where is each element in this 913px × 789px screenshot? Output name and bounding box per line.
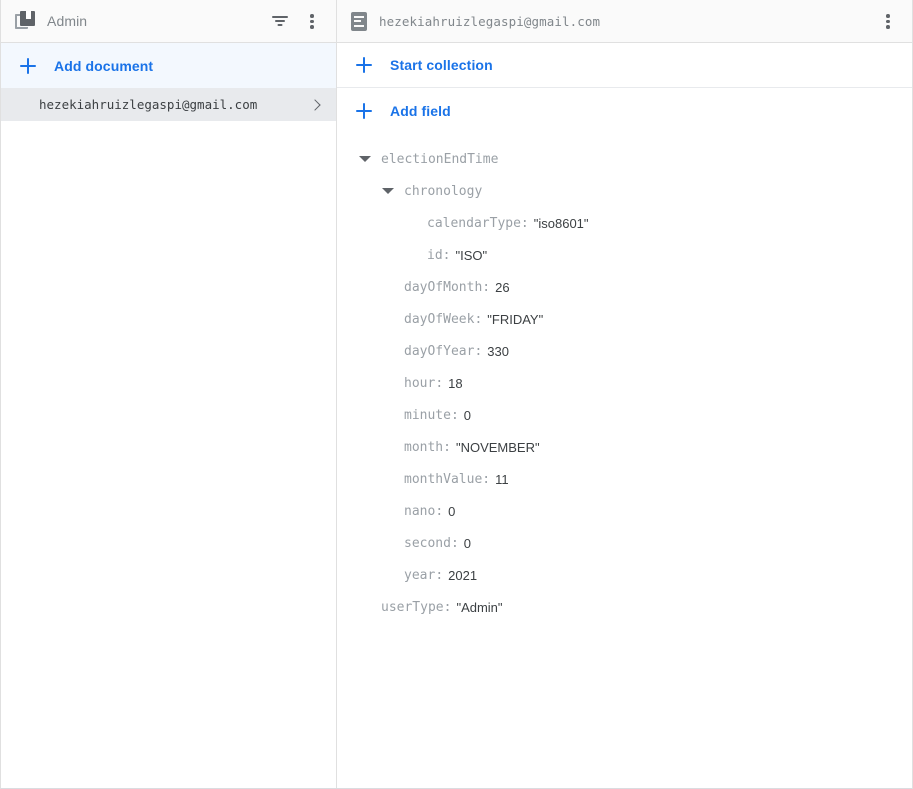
field-row[interactable]: nano:0 (337, 495, 912, 527)
field-value: 0 (448, 503, 456, 519)
field-value: 11 (495, 471, 509, 487)
filter-icon[interactable] (264, 5, 296, 37)
field-row[interactable]: second:0 (337, 527, 912, 559)
collection-more-icon[interactable] (296, 5, 328, 37)
field-separator: : (435, 567, 444, 583)
document-icon (351, 11, 367, 31)
field-value: 0 (463, 407, 472, 423)
add-document-button[interactable]: Add document (1, 43, 336, 88)
caret-down-icon[interactable] (359, 153, 371, 165)
field-key: nano (404, 503, 436, 519)
field-separator: : (435, 375, 444, 391)
field-row[interactable]: chronology (337, 175, 912, 207)
add-field-label: Add field (390, 102, 451, 119)
field-row[interactable]: userType: "Admin" (337, 591, 912, 623)
field-separator: : (443, 439, 451, 455)
field-row[interactable]: minute:0 (337, 399, 912, 431)
plus-icon (354, 55, 374, 75)
document-header: hezekiahruizlegaspi@gmail.com (337, 0, 912, 43)
caret-slot (359, 153, 381, 165)
field-key: userType (381, 599, 444, 615)
add-field-button[interactable]: Add field (337, 88, 912, 133)
field-key: electionEndTime (381, 151, 499, 167)
field-key: chronology (404, 183, 483, 199)
field-separator: : (450, 407, 459, 423)
start-collection-button[interactable]: Start collection (337, 43, 912, 88)
field-row[interactable]: month: "NOVEMBER" (337, 431, 912, 463)
field-row[interactable]: hour:18 (337, 367, 912, 399)
field-separator: : (442, 247, 451, 263)
caret-slot (382, 185, 404, 197)
field-key: month (404, 439, 444, 455)
field-key: calendarType (427, 215, 521, 231)
field-value: 2021 (448, 567, 478, 583)
field-value: 330 (487, 343, 509, 359)
field-separator: : (443, 599, 452, 615)
field-row[interactable]: dayOfYear:330 (337, 335, 912, 367)
field-key: year (404, 567, 436, 583)
document-more-icon[interactable] (872, 5, 904, 37)
collections-panel: Admin Add document hezekiahruizlegaspi@g… (1, 0, 337, 788)
field-value: 18 (448, 375, 463, 391)
plus-icon (18, 56, 38, 76)
field-value: 0 (463, 535, 472, 551)
field-value: "FRIDAY" (487, 311, 544, 327)
start-collection-label: Start collection (390, 57, 493, 73)
add-document-label: Add document (54, 57, 154, 74)
field-row[interactable]: monthValue:11 (337, 463, 912, 495)
field-row[interactable]: dayOfWeek: "FRIDAY" (337, 303, 912, 335)
document-header-actions (872, 5, 904, 37)
field-value: 26 (495, 279, 510, 295)
field-row[interactable]: year:2021 (337, 559, 912, 591)
field-row[interactable]: calendarType: "iso8601" (337, 207, 912, 239)
field-value: "NOVEMBER" (455, 439, 540, 455)
field-key: second (404, 535, 451, 551)
field-separator: : (520, 215, 529, 231)
field-row[interactable]: dayOfMonth:26 (337, 271, 912, 303)
field-separator: : (482, 279, 491, 295)
chevron-right-icon (307, 97, 323, 113)
collection-header-actions (264, 5, 328, 37)
document-id: hezekiahruizlegaspi@gmail.com (39, 97, 258, 112)
document-list: hezekiahruizlegaspi@gmail.com (1, 88, 336, 788)
field-value: "Admin" (456, 599, 503, 615)
field-key: id (427, 247, 443, 263)
field-separator: : (435, 503, 444, 519)
plus-icon (354, 101, 374, 121)
collection-name: Admin (47, 13, 88, 29)
field-key: hour (404, 375, 436, 391)
field-separator: : (482, 471, 491, 487)
field-tree: electionEndTime chronology calendarType: "i… (337, 133, 912, 788)
caret-down-icon[interactable] (382, 185, 394, 197)
field-key: dayOfWeek (404, 311, 475, 327)
field-key: dayOfYear (404, 343, 475, 359)
document-panel: hezekiahruizlegaspi@gmail.com Start coll… (337, 0, 912, 788)
firestore-data-viewer: Admin Add document hezekiahruizlegaspi@g… (0, 0, 913, 789)
field-separator: : (474, 343, 483, 359)
field-separator: : (450, 535, 459, 551)
collection-icon (15, 11, 35, 31)
field-value: "ISO" (455, 247, 488, 263)
field-key: dayOfMonth (404, 279, 483, 295)
document-title: hezekiahruizlegaspi@gmail.com (379, 13, 601, 29)
field-value: "iso8601" (533, 215, 589, 231)
collection-header: Admin (1, 0, 336, 43)
field-key: monthValue (404, 471, 483, 487)
field-row[interactable]: electionEndTime (337, 143, 912, 175)
field-key: minute (404, 407, 451, 423)
document-list-item[interactable]: hezekiahruizlegaspi@gmail.com (1, 88, 336, 121)
field-separator: : (474, 311, 483, 327)
field-row[interactable]: id: "ISO" (337, 239, 912, 271)
